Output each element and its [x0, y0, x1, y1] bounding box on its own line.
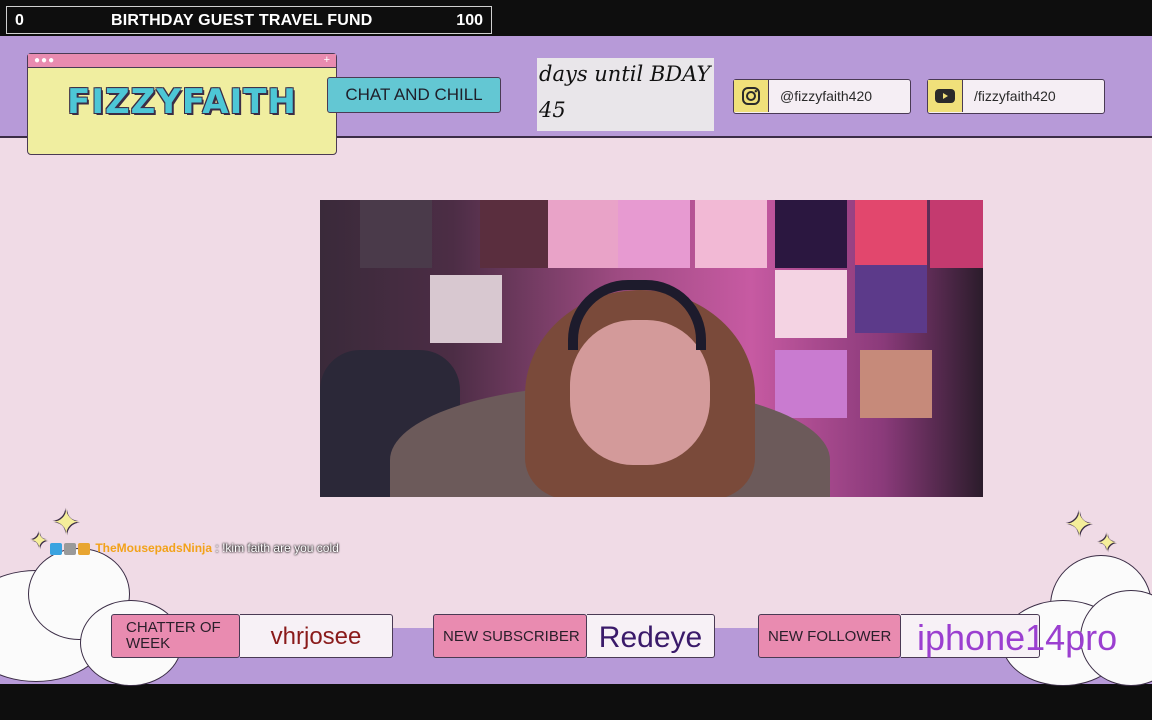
- chat-text: !kim faith are you cold: [222, 541, 339, 555]
- bottom-black-bar: [0, 684, 1152, 720]
- stream-overlay: 0 BIRTHDAY GUEST TRAVEL FUND 100 ●●● + F…: [0, 0, 1152, 720]
- sparkle-icon: ✦: [1097, 530, 1118, 557]
- wall-poster: [775, 350, 847, 418]
- stream-category-tag: CHAT AND CHILL: [327, 77, 501, 113]
- wall-poster: [618, 200, 690, 268]
- new-subscriber-label: NEW SUBSCRIBER: [433, 614, 587, 658]
- wall-poster: [775, 200, 847, 268]
- subscriber-label-text: NEW SUBSCRIBER: [443, 628, 580, 645]
- chat-username: TheMousepadsNinja: [95, 541, 213, 555]
- new-follower-label: NEW FOLLOWER: [758, 614, 901, 658]
- wall-poster: [430, 275, 502, 343]
- wall-poster: [860, 350, 932, 418]
- badge-icon: [78, 542, 90, 555]
- countdown-label: days until BDAY: [539, 62, 711, 86]
- goal-bar: 0 BIRTHDAY GUEST TRAVEL FUND 100: [6, 6, 492, 34]
- logo-window-titlebar: ●●● +: [28, 54, 336, 68]
- goal-title: BIRTHDAY GUEST TRAVEL FUND: [111, 12, 373, 29]
- new-follower-value-box: iphone14pro: [901, 614, 1117, 658]
- wall-poster: [695, 200, 767, 268]
- wall-poster: [775, 270, 847, 338]
- channel-logo: FIZZYFAITH: [67, 82, 297, 122]
- wall-poster: [855, 200, 927, 268]
- goal-target: 100: [456, 12, 483, 29]
- chat-separator: :: [215, 541, 219, 555]
- instagram-handle: @fizzyfaith420: [780, 88, 873, 104]
- new-subscriber-value-box: Redeye: [587, 614, 715, 658]
- sparkle-icon: ✦: [30, 528, 49, 553]
- webcam-feed: [320, 200, 983, 497]
- countdown-days: 45: [539, 98, 566, 122]
- chatter-of-week-label: CHATTER OF WEEK: [111, 614, 240, 658]
- sparkle-icon: ✦: [52, 504, 81, 542]
- youtube-badge: /fizzyfaith420: [927, 79, 1105, 114]
- sparkle-icon: ✦: [1065, 506, 1094, 544]
- window-dots-icon: ●●●: [34, 55, 56, 66]
- new-follower-value: iphone14pro: [917, 617, 1118, 658]
- wall-poster: [548, 200, 620, 268]
- chatter-label-text: CHATTER OF WEEK: [126, 619, 221, 652]
- youtube-icon: [928, 80, 963, 112]
- plus-icon: +: [323, 54, 330, 66]
- logo-window: ●●● + FIZZYFAITH: [27, 53, 337, 155]
- badge-icon: [50, 542, 62, 555]
- instagram-icon: [734, 80, 769, 112]
- chat-message: TheMousepadsNinja : !kim faith are you c…: [50, 541, 339, 557]
- chatter-of-week-value: vhrjosee: [270, 623, 362, 650]
- chatter-of-week-value-box: vhrjosee: [240, 614, 393, 658]
- youtube-handle: /fizzyfaith420: [974, 88, 1056, 104]
- wall-poster: [360, 200, 432, 268]
- wall-poster: [855, 265, 927, 333]
- instagram-badge: @fizzyfaith420: [733, 79, 911, 114]
- new-subscriber-value: Redeye: [598, 621, 703, 654]
- follower-label-text: NEW FOLLOWER: [768, 628, 892, 645]
- wall-poster: [480, 200, 552, 268]
- headphones: [568, 280, 706, 350]
- birthday-countdown: days until BDAY 45: [537, 58, 714, 131]
- badge-icon: [64, 542, 76, 555]
- wall-poster: [930, 200, 983, 268]
- goal-current: 0: [15, 12, 24, 29]
